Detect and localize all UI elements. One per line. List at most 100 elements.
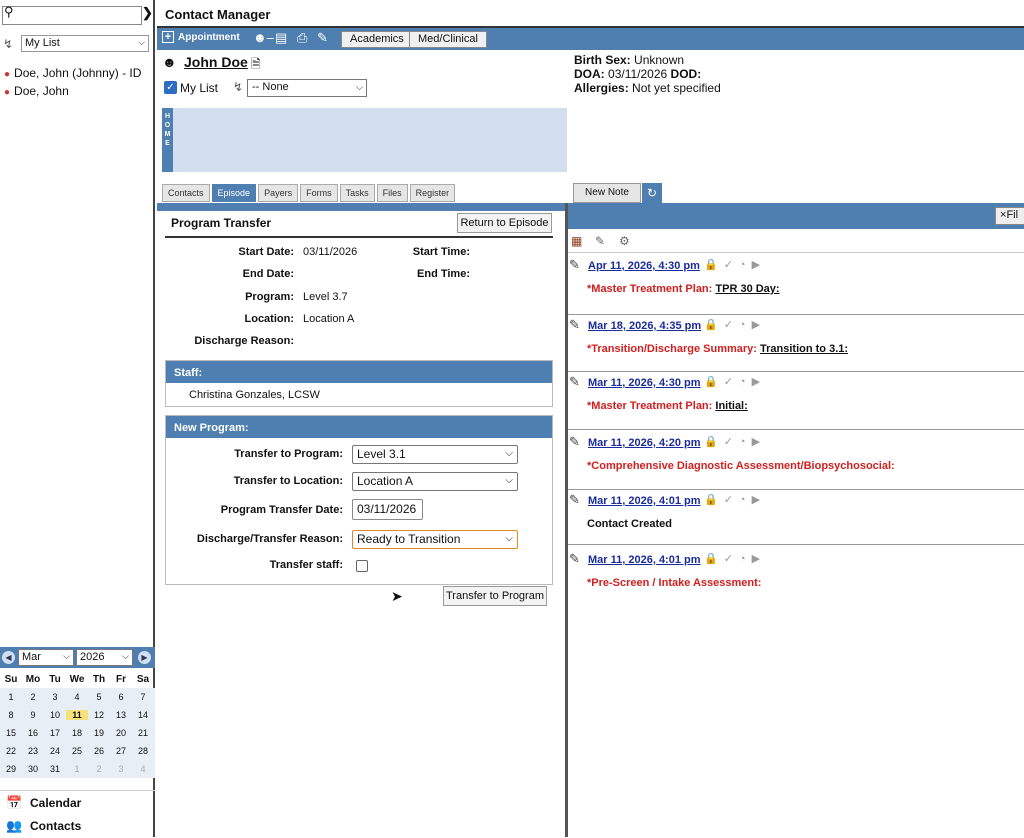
calendar-day[interactable]: 9: [22, 710, 44, 720]
calendar-day[interactable]: 20: [110, 728, 132, 738]
calendar-day[interactable]: 10: [44, 710, 66, 720]
allergies-info: Allergies: Not yet specified: [574, 81, 721, 95]
home-tab[interactable]: HOME: [162, 108, 173, 172]
note-title: *Master Treatment Plan: TPR 30 Day:: [587, 283, 780, 295]
search-icon[interactable]: ⚲: [4, 4, 14, 20]
filter-button[interactable]: ×Fil: [995, 207, 1024, 225]
calendar-day[interactable]: 17: [44, 728, 66, 738]
chevron-down-icon: ⌵: [505, 533, 513, 544]
calendar-day-today[interactable]: 11: [66, 710, 88, 720]
calendar-day[interactable]: 8: [0, 710, 22, 720]
note-date-link[interactable]: Mar 11, 2026, 4:30 pm: [588, 377, 701, 389]
calendar-day[interactable]: 30: [22, 764, 44, 774]
tab-contacts[interactable]: Contacts: [162, 184, 210, 202]
note-entry[interactable]: ✎ Mar 11, 2026, 4:01 pm 🔒 ✓ ◔ ▶ Contact Cre…: [568, 490, 1024, 545]
nav-contacts[interactable]: 👥 Contacts: [0, 814, 155, 838]
appointment-button[interactable]: + Appointment: [162, 31, 240, 43]
settings-icon[interactable]: ⚙: [619, 234, 630, 248]
collapse-sidebar-button[interactable]: ❯: [142, 5, 155, 26]
search-input[interactable]: [2, 6, 142, 25]
calendar-day[interactable]: 2: [88, 764, 110, 774]
note-date-link[interactable]: Mar 18, 2026, 4:35 pm: [588, 320, 701, 332]
tab-episode[interactable]: Episode: [211, 184, 257, 202]
edit-note-icon[interactable]: ✎: [595, 234, 605, 248]
calendar-day[interactable]: 13: [110, 710, 132, 720]
month-select[interactable]: Mar ⌵: [18, 649, 74, 666]
tab-tasks[interactable]: Tasks: [339, 184, 375, 202]
calendar-day[interactable]: 4: [66, 692, 88, 702]
contact-list-item[interactable]: ● Doe, John: [4, 84, 69, 98]
note-date-link[interactable]: Mar 11, 2026, 4:01 pm: [588, 495, 701, 507]
calendar-day[interactable]: 28: [132, 746, 154, 756]
academics-button[interactable]: Academics: [341, 31, 413, 48]
calendar-day[interactable]: 29: [0, 764, 22, 774]
calendar-day[interactable]: 12: [88, 710, 110, 720]
contact-list-item[interactable]: ● Doe, John (Johnny) - ID: [4, 66, 141, 80]
calendar-day[interactable]: 2: [22, 692, 44, 702]
calendar-day[interactable]: 14: [132, 710, 154, 720]
note-icon: ✎: [569, 374, 580, 389]
calendar-day[interactable]: 22: [0, 746, 22, 756]
medclinical-button[interactable]: Med/Clinical: [409, 31, 487, 48]
note-date-link[interactable]: Mar 11, 2026, 4:01 pm: [588, 554, 701, 566]
calendar-day[interactable]: 15: [0, 728, 22, 738]
prev-month-icon[interactable]: ◀: [2, 651, 15, 664]
calendar-day[interactable]: 3: [44, 692, 66, 702]
calendar-day[interactable]: 27: [110, 746, 132, 756]
note-entry[interactable]: ✎ Mar 11, 2026, 4:01 pm 🔒 ✓ ◔ ▶ *Pre-Screen…: [568, 549, 1024, 609]
note-date-link[interactable]: Mar 11, 2026, 4:20 pm: [588, 437, 701, 449]
id-card-icon[interactable]: ▤: [275, 30, 287, 46]
discharge-reason-label: Discharge Reason:: [194, 335, 294, 347]
tag-select[interactable]: -- None ⌵: [247, 79, 367, 97]
year-select[interactable]: 2026 ⌵: [76, 649, 133, 666]
calendar-day[interactable]: 1: [66, 764, 88, 774]
note-entry[interactable]: ✎ Mar 11, 2026, 4:30 pm 🔒 ✓ ◔ ▶ *Master Tre…: [568, 372, 1024, 430]
tab-payers[interactable]: Payers: [258, 184, 299, 202]
document-icon[interactable]: 🗎: [251, 55, 261, 76]
transfer-to-program-button[interactable]: Transfer to Program: [443, 586, 547, 606]
transfer-staff-checkbox[interactable]: [356, 560, 368, 572]
list-select[interactable]: My List ⌵: [21, 35, 149, 52]
calendar-day[interactable]: 6: [110, 692, 132, 702]
calendar-day[interactable]: 19: [88, 728, 110, 738]
note-entry[interactable]: ✎ Mar 18, 2026, 4:35 pm 🔒 ✓ ◔ ▶ *Transition…: [568, 315, 1024, 372]
calendar-day[interactable]: 3: [110, 764, 132, 774]
calendar-day[interactable]: 16: [22, 728, 44, 738]
clock-icon: ◔: [738, 436, 746, 448]
calendar-day[interactable]: 31: [44, 764, 66, 774]
transfer-location-select[interactable]: Location A ⌵: [352, 472, 518, 491]
refresh-icon[interactable]: ↻: [642, 183, 662, 203]
calendar-day[interactable]: 24: [44, 746, 66, 756]
calendar-day[interactable]: 1: [0, 692, 22, 702]
mylist-checkbox[interactable]: ✓: [164, 81, 177, 94]
calendar-day[interactable]: 7: [132, 692, 154, 702]
next-month-icon[interactable]: ▶: [138, 651, 151, 664]
calendar-day[interactable]: 5: [88, 692, 110, 702]
calendar-day[interactable]: 4: [132, 764, 154, 774]
note-entry[interactable]: ✎ Apr 11, 2026, 4:30 pm 🔒 ✓ ◔ ▶ *Master Tre…: [568, 255, 1024, 315]
calendar-day[interactable]: 23: [22, 746, 44, 756]
calendar-weekdays: Su Mo Tu We Th Fr Sa: [4, 673, 150, 685]
note-entry[interactable]: ✎ Mar 11, 2026, 4:20 pm 🔒 ✓ ◔ ▶ *Comprehens…: [568, 432, 1024, 490]
calendar-week: 8 9 10 11 12 13 14: [0, 706, 155, 724]
new-note-tab[interactable]: New Note: [573, 183, 641, 203]
calendar-day[interactable]: 25: [66, 746, 88, 756]
tab-files[interactable]: Files: [376, 184, 408, 202]
calendar-day[interactable]: 18: [66, 728, 88, 738]
tab-forms[interactable]: Forms: [300, 184, 338, 202]
calendar-day[interactable]: 26: [88, 746, 110, 756]
reason-select[interactable]: Ready to Transition ⌵: [352, 530, 518, 549]
note-date-link[interactable]: Apr 11, 2026, 4:30 pm: [588, 260, 700, 272]
patient-name[interactable]: John Doe: [184, 54, 248, 70]
return-to-episode-button[interactable]: Return to Episode: [457, 213, 552, 233]
transfer-program-select[interactable]: Level 3.1 ⌵: [352, 445, 518, 464]
edit-icon[interactable]: ✎: [317, 30, 328, 46]
tab-register[interactable]: Register: [409, 184, 456, 202]
note-add-icon[interactable]: ▦: [571, 234, 582, 248]
calendar-day[interactable]: 21: [132, 728, 154, 738]
add-person-icon[interactable]: ☻–: [253, 30, 274, 45]
print-icon[interactable]: ⎙: [297, 30, 307, 46]
page-title: Program Transfer: [171, 216, 272, 230]
nav-calendar[interactable]: 📅 Calendar: [0, 790, 155, 814]
transfer-date-input[interactable]: 03/11/2026: [352, 499, 423, 520]
